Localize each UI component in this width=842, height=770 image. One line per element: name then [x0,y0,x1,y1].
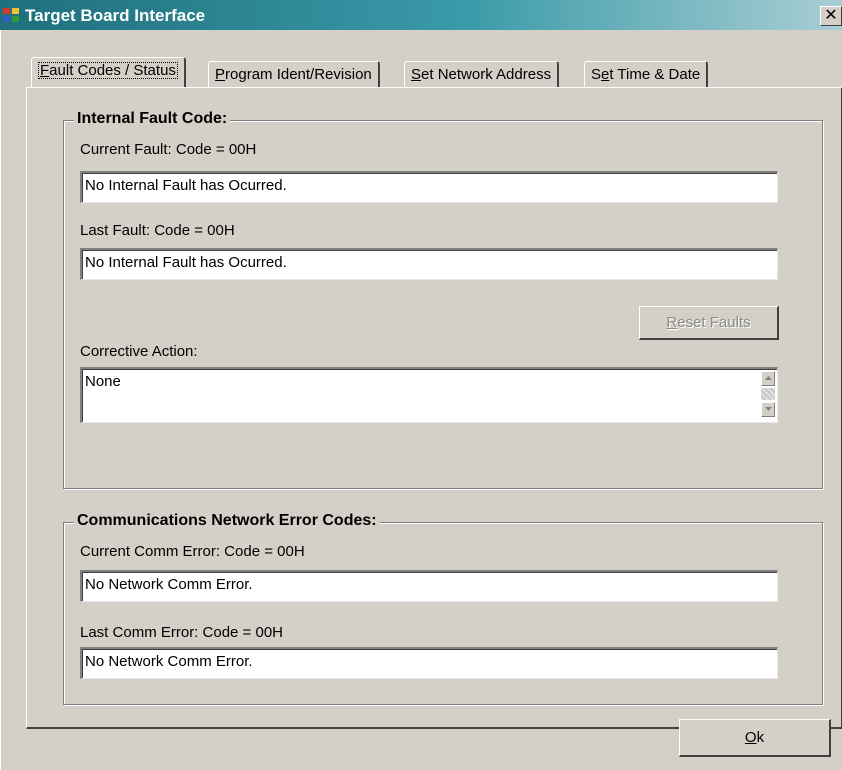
internal-fault-group: Internal Fault Code: Current Fault: Code… [63,110,823,489]
tab-set-time-date-label: Set Time & Date [591,66,701,83]
tab-set-time-date[interactable]: Set Time & Date [584,61,709,87]
app-icon [3,8,19,22]
tab-fault-codes-status[interactable]: Fault Codes / Status [31,57,186,87]
scroll-down-button[interactable] [761,402,775,417]
tab-panel-fault-codes: Internal Fault Code: Current Fault: Code… [26,87,842,729]
title-bar[interactable]: Target Board Interface ✕ [0,0,842,30]
dialog-client-area: Fault Codes / Status Program Ident/Revis… [0,30,842,770]
scroll-up-icon [765,376,772,380]
current-fault-label: Current Fault: Code = 00H [80,141,257,158]
close-icon: ✕ [824,7,838,24]
current-fault-field[interactable]: No Internal Fault has Ocurred. [80,171,778,203]
last-fault-field[interactable]: No Internal Fault has Ocurred. [80,248,778,280]
tab-program-ident-revision-label: Program Ident/Revision [215,66,372,83]
last-fault-label: Last Fault: Code = 00H [80,222,235,239]
tab-set-network-address[interactable]: Set Network Address [404,61,560,87]
scrollbar-track[interactable] [761,388,775,400]
close-button[interactable]: ✕ [820,6,842,26]
ok-button[interactable]: Ok [679,719,831,757]
current-comm-error-label: Current Comm Error: Code = 00H [80,543,305,560]
corrective-action-text: None [85,373,121,390]
tab-program-ident-revision[interactable]: Program Ident/Revision [208,61,380,87]
tab-fault-codes-status-label: Fault Codes / Status [38,62,178,79]
last-comm-error-label: Last Comm Error: Code = 00H [80,624,283,641]
network-error-group-title: Communications Network Error Codes: [74,512,380,530]
corrective-action-label: Corrective Action: [80,343,198,360]
scroll-down-icon [765,407,772,411]
current-comm-error-field[interactable]: No Network Comm Error. [80,570,778,602]
tab-set-network-address-label: Set Network Address [411,66,552,83]
corrective-action-textarea[interactable]: None [80,367,778,423]
internal-fault-group-title: Internal Fault Code: [74,110,231,128]
network-error-group: Communications Network Error Codes: Curr… [63,512,823,705]
window-title: Target Board Interface [25,6,206,25]
reset-faults-button[interactable]: Reset Faults [639,306,779,340]
last-comm-error-field[interactable]: No Network Comm Error. [80,647,778,679]
scroll-up-button[interactable] [761,371,775,386]
